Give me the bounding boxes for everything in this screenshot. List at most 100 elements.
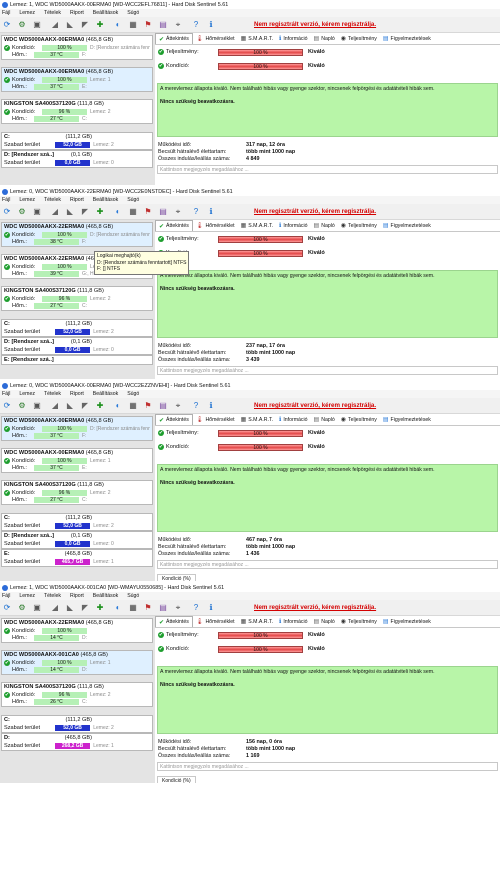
- menu-item[interactable]: Súgó: [127, 391, 139, 397]
- tab-alerts[interactable]: ▤ Figyelmeztetések: [380, 33, 434, 44]
- disk-card[interactable]: WDC WD5000AAKX-22ERMA0 (465,8 GB)✔Kondíc…: [1, 222, 153, 248]
- partition-card[interactable]: C: (111,2 GB) Szabad terület 52,0 GB Lemez: …: [1, 513, 153, 531]
- tab-information[interactable]: ℹ Információ: [276, 414, 311, 425]
- settings-icon[interactable]: ⚙: [16, 602, 28, 614]
- partition-card[interactable]: D: [Rendszer szá..] (0,1 GB) Szabad terüle…: [1, 531, 153, 549]
- menu-item[interactable]: Beállítások: [93, 593, 118, 599]
- comment-input[interactable]: Kattintson megjegyzés megadásához ...: [157, 366, 498, 375]
- menu-item[interactable]: Lemez: [19, 593, 35, 599]
- tab-alerts[interactable]: ▤ Figyelmeztetések: [380, 414, 434, 425]
- disk-card[interactable]: KINGSTON SA400S37120G (111,8 GB) ✔ Kondíci…: [1, 99, 153, 125]
- info-icon[interactable]: ℹ: [205, 602, 217, 614]
- tab-alerts[interactable]: ▤ Figyelmeztetések: [380, 616, 434, 627]
- comment-input[interactable]: Kattintson megjegyzés megadásához ...: [157, 560, 498, 569]
- report-icon[interactable]: ▣: [31, 206, 43, 218]
- partition-card[interactable]: C: (111,2 GB) Szabad terület 52,0 GB Lemez: …: [1, 715, 153, 733]
- chart-icon[interactable]: ▤: [157, 206, 169, 218]
- partition-card[interactable]: D: (465,8 GB) Szabad terület 268,2 GB Lemez:…: [1, 733, 153, 751]
- menu-item[interactable]: Lemez: [19, 10, 35, 16]
- register-link[interactable]: Nem regisztrált verzió, kérem regisztrál…: [254, 604, 376, 611]
- menu-item[interactable]: Tételek: [44, 593, 61, 599]
- tab-performance[interactable]: ◉ Teljesítmény: [338, 33, 380, 44]
- disk-icon[interactable]: ◤: [79, 206, 91, 218]
- menu-item[interactable]: Fájl: [2, 593, 10, 599]
- tab-overview[interactable]: ✔ Áttekintés: [155, 220, 193, 231]
- report-icon[interactable]: ▣: [31, 400, 43, 412]
- refresh-icon[interactable]: ⟳: [1, 206, 13, 218]
- partition-card[interactable]: E: [Rendszer szá..]: [1, 355, 153, 365]
- menu-item[interactable]: Tételek: [44, 391, 61, 397]
- register-link[interactable]: Nem regisztrált verzió, kérem regisztrál…: [254, 208, 376, 215]
- disk-icon[interactable]: ◤: [79, 602, 91, 614]
- tab-overview[interactable]: ✔ Áttekintés: [155, 33, 193, 44]
- tab-alerts[interactable]: ▤ Figyelmeztetések: [380, 220, 434, 231]
- tab-log[interactable]: ▤ Napló: [311, 616, 338, 627]
- tab-performance[interactable]: ◉ Teljesítmény: [338, 414, 380, 425]
- menu-item[interactable]: Tételek: [44, 10, 61, 16]
- refresh-icon[interactable]: ⟳: [1, 400, 13, 412]
- tab-performance[interactable]: ◉ Teljesítmény: [338, 616, 380, 627]
- disk-card[interactable]: KINGSTON SA400S37120G (111,8 GB) ✔ Kondíci…: [1, 286, 153, 312]
- menu-item[interactable]: Lemez: [19, 391, 35, 397]
- target-icon[interactable]: ⌖: [172, 206, 184, 218]
- menu-item[interactable]: Súgó: [127, 197, 139, 203]
- disk-icon[interactable]: ◢: [49, 206, 61, 218]
- comment-input[interactable]: Kattintson megjegyzés megadásához ...: [157, 165, 498, 174]
- menu-item[interactable]: Fájl: [2, 391, 10, 397]
- tab-overview[interactable]: ✔ Áttekintés: [155, 616, 193, 627]
- menu-item[interactable]: Beállítások: [93, 391, 118, 397]
- info-icon[interactable]: ℹ: [205, 206, 217, 218]
- tab-temperature[interactable]: 🌡 Hőmérséklet: [193, 414, 238, 425]
- help-icon[interactable]: ?: [190, 400, 202, 412]
- menu-item[interactable]: Súgó: [127, 10, 139, 16]
- tab-smart[interactable]: ▦ S.M.A.R.T.: [238, 616, 276, 627]
- add-icon[interactable]: ✚: [94, 400, 106, 412]
- disk-card[interactable]: WDC WD5000AAKX-00ERMA0 (465,8 GB) ✔ Kondíc…: [1, 35, 153, 61]
- add-icon[interactable]: ✚: [94, 602, 106, 614]
- tab-smart[interactable]: ▦ S.M.A.R.T.: [238, 33, 276, 44]
- tab-log[interactable]: ▤ Napló: [311, 33, 338, 44]
- globe-icon[interactable]: ◐: [112, 602, 124, 614]
- tab-information[interactable]: ℹ Információ: [276, 616, 311, 627]
- flag-icon[interactable]: ⚑: [142, 19, 154, 31]
- tab-information[interactable]: ℹ Információ: [276, 220, 311, 231]
- menu-item[interactable]: Beállítások: [93, 197, 118, 203]
- disk-card[interactable]: WDC WD5000AAKX-00ERMA0 (465,8 GB) ✔ Kondíc…: [1, 416, 153, 442]
- help-icon[interactable]: ?: [190, 19, 202, 31]
- disk-icon[interactable]: ◢: [49, 19, 61, 31]
- tab-log[interactable]: ▤ Napló: [311, 220, 338, 231]
- help-icon[interactable]: ?: [190, 602, 202, 614]
- disk-icon[interactable]: ◣: [64, 602, 76, 614]
- tab-temperature[interactable]: 🌡 Hőmérséklet: [193, 616, 238, 627]
- monitor-icon[interactable]: ▦: [127, 206, 139, 218]
- menu-item[interactable]: Beállítások: [93, 10, 118, 16]
- target-icon[interactable]: ⌖: [172, 19, 184, 31]
- monitor-icon[interactable]: ▦: [127, 400, 139, 412]
- disk-icon[interactable]: ◤: [79, 19, 91, 31]
- add-icon[interactable]: ✚: [94, 19, 106, 31]
- partition-card[interactable]: D: [Rendszer szá..] (0,1 GB) Szabad terüle…: [1, 150, 153, 168]
- report-icon[interactable]: ▣: [31, 602, 43, 614]
- comment-input[interactable]: Kattintson megjegyzés megadásához ...: [157, 762, 498, 771]
- menu-item[interactable]: Riport: [70, 391, 84, 397]
- disk-icon[interactable]: ◣: [64, 19, 76, 31]
- partition-card[interactable]: E: (465,8 GB) Szabad terület 465,7 GB Lemez:…: [1, 549, 153, 567]
- menu-item[interactable]: Riport: [70, 197, 84, 203]
- partition-card[interactable]: C: (111,2 GB) Szabad terület 52,0 GB Lemez: …: [1, 319, 153, 337]
- chart-icon[interactable]: ▤: [157, 400, 169, 412]
- menu-item[interactable]: Tételek: [44, 197, 61, 203]
- target-icon[interactable]: ⌖: [172, 602, 184, 614]
- partition-card[interactable]: C: (111,2 GB) Szabad terület 52,0 GB Lemez: …: [1, 132, 153, 150]
- chart-icon[interactable]: ▤: [157, 19, 169, 31]
- target-icon[interactable]: ⌖: [172, 400, 184, 412]
- settings-icon[interactable]: ⚙: [16, 206, 28, 218]
- flag-icon[interactable]: ⚑: [142, 400, 154, 412]
- tab-overview[interactable]: ✔ Áttekintés: [155, 414, 193, 425]
- menu-item[interactable]: Lemez: [19, 197, 35, 203]
- menu-item[interactable]: Fájl: [2, 10, 10, 16]
- disk-icon[interactable]: ◢: [49, 602, 61, 614]
- monitor-icon[interactable]: ▦: [127, 19, 139, 31]
- disk-card[interactable]: WDC WD5000AAKX-22ERMA0 (465,8 GB)✔Kondíc…: [1, 618, 153, 644]
- tab-information[interactable]: ℹ Információ: [276, 33, 311, 44]
- disk-icon[interactable]: ◣: [64, 400, 76, 412]
